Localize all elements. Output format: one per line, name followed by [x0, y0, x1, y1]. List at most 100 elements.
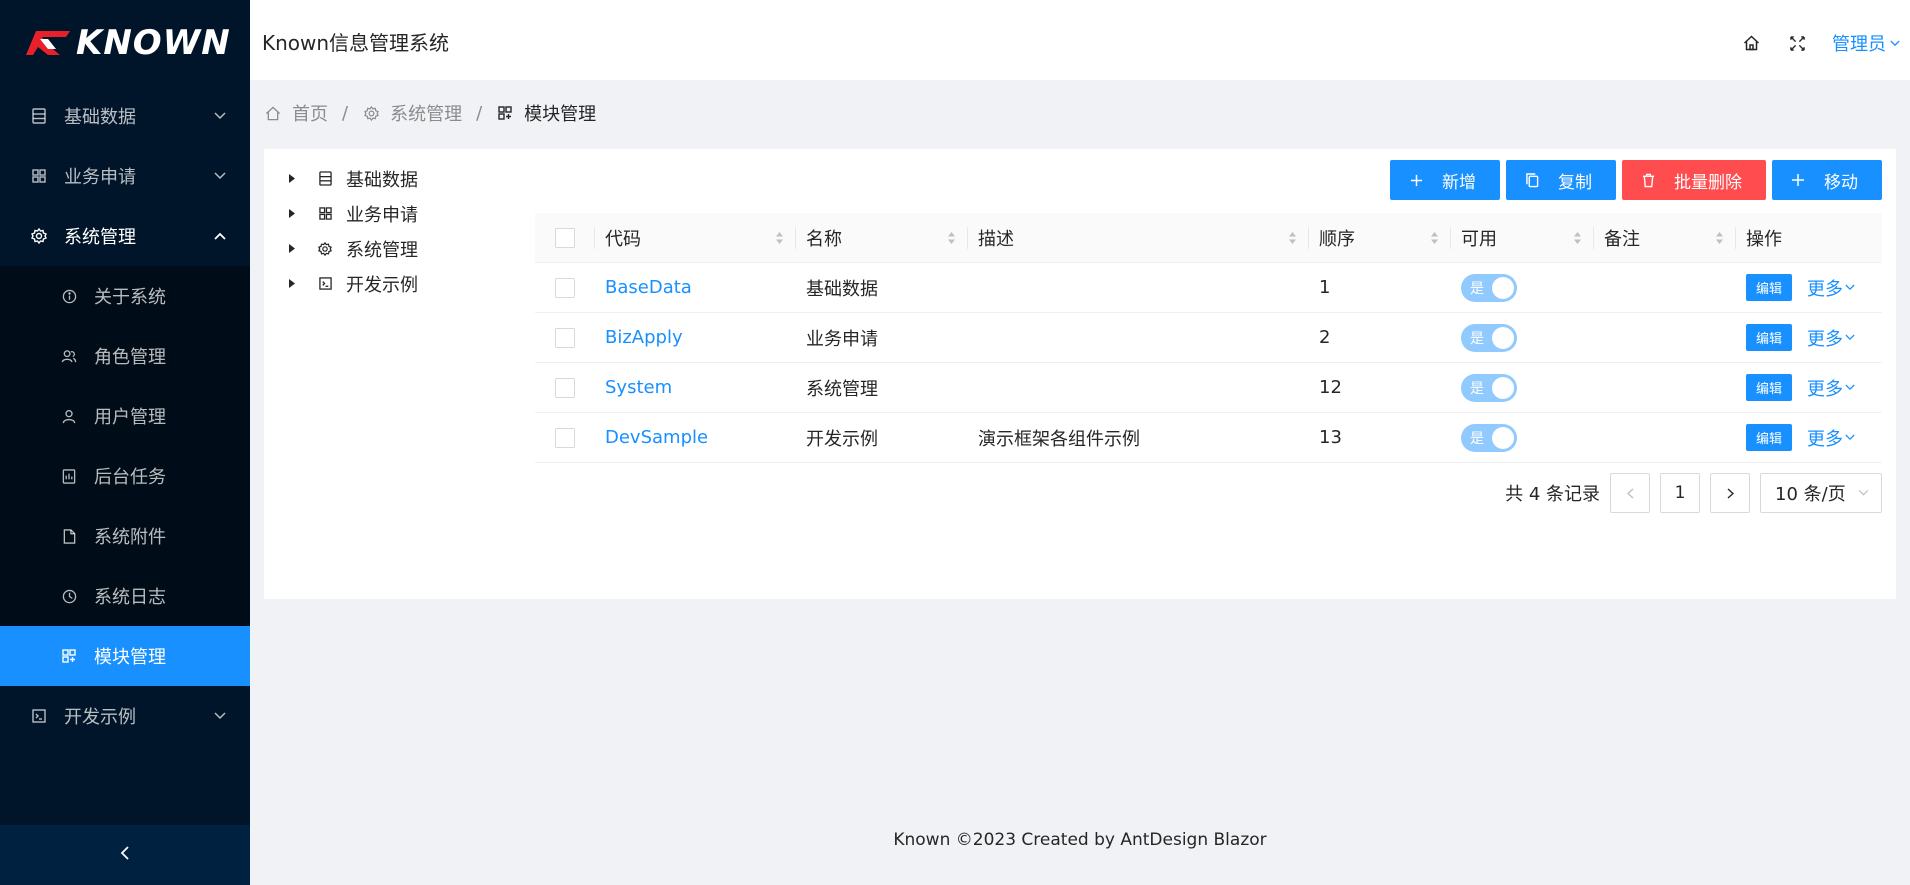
more-dropdown[interactable]: 更多 — [1807, 375, 1855, 401]
collapse-sidebar-button[interactable] — [0, 825, 250, 885]
user-menu[interactable]: 管理员 — [1832, 30, 1900, 56]
more-dropdown[interactable]: 更多 — [1807, 425, 1855, 451]
page-size-select[interactable]: 10 条/页 — [1760, 473, 1882, 513]
cell-enabled: 是 — [1451, 363, 1594, 412]
th-code[interactable]: 代码 — [595, 213, 796, 262]
menu-basedata[interactable]: 基础数据 — [0, 86, 250, 146]
row-checkbox[interactable] — [555, 327, 575, 348]
submenu-user[interactable]: 用户管理 — [0, 386, 250, 446]
cell-code: System — [595, 363, 796, 412]
pagination: 共 4 条记录 1 10 条/页 — [1505, 473, 1882, 513]
th-desc[interactable]: 描述 — [968, 213, 1309, 262]
page-size-value: 10 条/页 — [1775, 484, 1846, 505]
enabled-switch[interactable]: 是 — [1461, 323, 1517, 352]
submenu-module[interactable]: 模块管理 — [0, 626, 250, 686]
tree-node-dev[interactable]: 开发示例 — [284, 266, 418, 301]
cell-name: 系统管理 — [806, 378, 878, 400]
sort-icon[interactable] — [947, 231, 956, 245]
logo: KNOWN — [0, 0, 250, 86]
code-link[interactable]: BaseData — [605, 277, 692, 298]
submenu-attach[interactable]: 系统附件 — [0, 506, 250, 566]
tree-node-system[interactable]: 系统管理 — [284, 231, 418, 266]
breadcrumb-system[interactable]: 系统管理 — [362, 100, 462, 126]
caret-right-icon[interactable] — [284, 241, 300, 257]
menu-dev[interactable]: 开发示例 — [0, 686, 250, 746]
submenu-task[interactable]: 后台任务 — [0, 446, 250, 506]
submenu-role[interactable]: 角色管理 — [0, 326, 250, 386]
menu-bizapply[interactable]: 业务申请 — [0, 146, 250, 206]
menu-system[interactable]: 系统管理 — [0, 206, 250, 266]
th-label: 操作 — [1746, 228, 1782, 250]
table-row: DevSample 开发示例 演示框架各组件示例 13 是 编辑 更多 — [535, 413, 1882, 463]
fullscreen-icon[interactable] — [1786, 32, 1808, 54]
caret-right-icon[interactable] — [284, 276, 300, 292]
th-enabled[interactable]: 可用 — [1451, 213, 1594, 262]
home-icon[interactable] — [1740, 32, 1762, 54]
batch-delete-button[interactable]: 批量删除 — [1622, 160, 1766, 200]
th-label: 可用 — [1461, 228, 1497, 250]
logo-text: KNOWN — [76, 23, 231, 63]
chevron-down-icon — [1890, 40, 1900, 47]
breadcrumb-separator: / — [342, 102, 349, 124]
more-dropdown[interactable]: 更多 — [1807, 325, 1855, 351]
switch-label: 是 — [1470, 280, 1484, 297]
row-checkbox[interactable] — [555, 377, 575, 398]
submenu-label: 系统附件 — [94, 527, 166, 548]
copy-button[interactable]: 复制 — [1506, 160, 1616, 200]
chevron-down-icon — [214, 170, 226, 182]
breadcrumb-home[interactable]: 首页 — [264, 100, 328, 126]
chevron-down-icon — [1845, 384, 1855, 391]
sort-icon[interactable] — [775, 231, 784, 245]
next-page-button[interactable] — [1710, 473, 1750, 513]
edit-button[interactable]: 编辑 — [1746, 424, 1793, 451]
code-link[interactable]: System — [605, 377, 672, 398]
sort-icon[interactable] — [1288, 231, 1297, 245]
cell-note — [1594, 413, 1736, 462]
submenu-log[interactable]: 系统日志 — [0, 566, 250, 626]
cell-note — [1594, 313, 1736, 362]
row-checkbox[interactable] — [555, 427, 575, 448]
copy-icon — [1524, 172, 1540, 188]
submenu-label: 角色管理 — [94, 347, 166, 368]
row-checkbox[interactable] — [555, 277, 575, 298]
cell-action: 编辑 更多 — [1736, 363, 1882, 412]
menu-label: 业务申请 — [64, 167, 136, 188]
add-button[interactable]: 新增 — [1390, 160, 1500, 200]
edit-button[interactable]: 编辑 — [1746, 274, 1793, 301]
tree-node-basedata[interactable]: 基础数据 — [284, 161, 418, 196]
select-all-checkbox[interactable] — [555, 227, 575, 248]
setting-icon — [316, 240, 334, 258]
breadcrumb-label: 系统管理 — [390, 104, 463, 125]
th-order[interactable]: 顺序 — [1309, 213, 1451, 262]
th-action: 操作 — [1736, 213, 1882, 262]
enabled-switch[interactable]: 是 — [1461, 423, 1517, 452]
more-label: 更多 — [1807, 428, 1844, 450]
plus-icon — [1408, 172, 1424, 188]
caret-right-icon[interactable] — [284, 206, 300, 222]
page-number[interactable]: 1 — [1660, 473, 1700, 513]
th-note[interactable]: 备注 — [1594, 213, 1736, 262]
enabled-switch[interactable]: 是 — [1461, 373, 1517, 402]
code-link[interactable]: DevSample — [605, 427, 708, 448]
appstore-icon — [316, 205, 334, 223]
toolbar: 新增 复制 批量删除 移动 — [1384, 160, 1882, 200]
submenu-label: 模块管理 — [94, 647, 166, 668]
more-dropdown[interactable]: 更多 — [1807, 275, 1855, 301]
cell-enabled: 是 — [1451, 413, 1594, 462]
cell-action: 编辑 更多 — [1736, 263, 1882, 312]
sort-icon[interactable] — [1573, 231, 1582, 245]
enabled-switch[interactable]: 是 — [1461, 273, 1517, 302]
delete-icon — [1640, 172, 1656, 188]
th-name[interactable]: 名称 — [796, 213, 968, 262]
caret-right-icon[interactable] — [284, 171, 300, 187]
move-button[interactable]: 移动 — [1772, 160, 1882, 200]
drag-icon — [1790, 172, 1806, 188]
sort-icon[interactable] — [1430, 231, 1439, 245]
tree-node-bizapply[interactable]: 业务申请 — [284, 196, 418, 231]
submenu-about[interactable]: 关于系统 — [0, 266, 250, 326]
prev-page-button[interactable] — [1610, 473, 1650, 513]
edit-button[interactable]: 编辑 — [1746, 324, 1793, 351]
code-link[interactable]: BizApply — [605, 327, 683, 348]
sort-icon[interactable] — [1715, 231, 1724, 245]
edit-button[interactable]: 编辑 — [1746, 374, 1793, 401]
